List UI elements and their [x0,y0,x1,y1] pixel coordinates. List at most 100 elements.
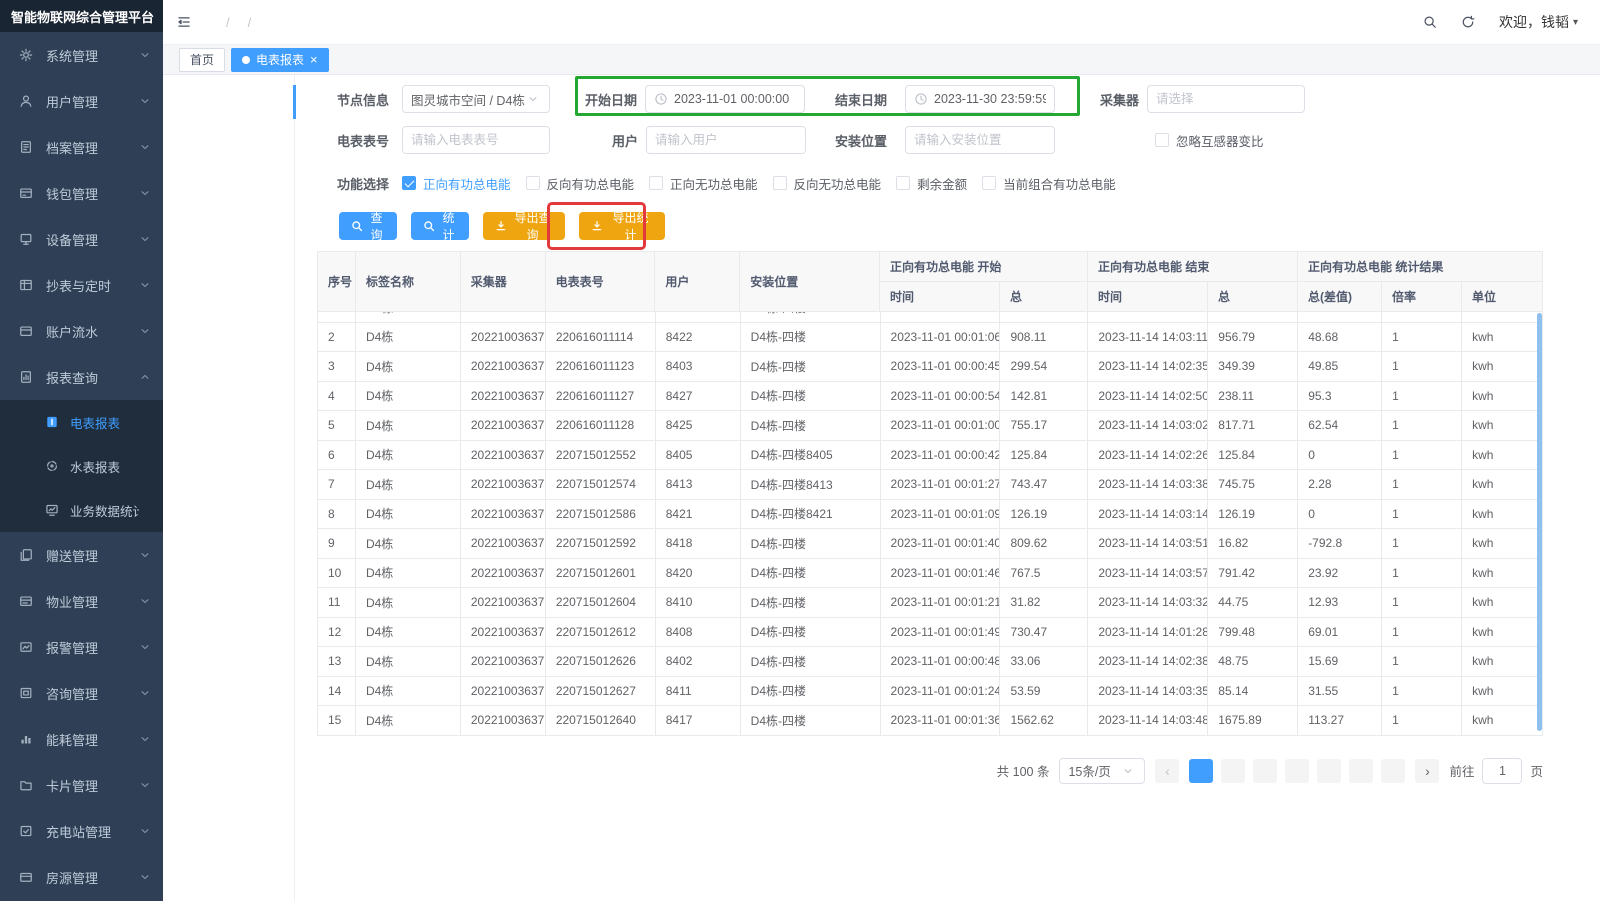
function-checkbox[interactable]: 剩余金额 [896,174,967,193]
stats-button[interactable]: 统计 [411,212,469,240]
table-row[interactable]: 9 D4栋 20221003637 220715012592 8418 D4栋-… [318,529,1543,559]
end-date-value[interactable] [934,92,1046,106]
page-number-button[interactable] [1381,759,1405,783]
secondary-menu-item[interactable] [163,119,296,153]
table-row[interactable]: 5 D4栋 20221003637 220616011128 8425 D4栋-… [318,411,1543,441]
table-row[interactable]: 2 D4栋 20221003637 220616011114 8422 D4栋-… [318,323,1543,353]
sidebar-item[interactable]: 水表报表 [0,444,163,488]
card-icon [18,777,34,793]
consult-icon [18,685,34,701]
checkbox[interactable] [649,176,663,190]
checkbox[interactable] [896,176,910,190]
checkbox[interactable] [982,176,996,190]
goto-page-input[interactable] [1482,758,1522,784]
end-date-input[interactable] [905,85,1055,113]
table-row[interactable]: 1 D4栋 20221003637 220616011107 8420 D4栋-… [318,312,1543,323]
table-row[interactable]: 7 D4栋 20221003637 220715012574 8413 D4栋-… [318,470,1543,500]
sidebar-item[interactable]: 房源管理 [0,854,163,900]
page-number-button[interactable] [1349,759,1373,783]
breadcrumb [217,15,260,30]
table-row[interactable]: 4 D4栋 20221003637 220616011127 8427 D4栋-… [318,382,1543,412]
sidebar-item[interactable]: 能耗管理 [0,716,163,762]
query-button[interactable]: 查询 [339,212,397,240]
table-row[interactable]: 12 D4栋 20221003637 220715012612 8408 D4栋… [318,618,1543,648]
clock-icon [654,92,668,106]
next-page-button[interactable]: › [1415,759,1439,783]
page-number-button[interactable] [1285,759,1309,783]
secondary-menu-item[interactable] [163,187,296,221]
prev-page-button[interactable]: ‹ [1155,759,1179,783]
clock-icon [914,92,928,106]
topbar-right: 欢迎，钱韬 ▾ [1423,12,1578,32]
user-input[interactable] [646,126,806,154]
node-info-select[interactable]: 图灵城市空间 / D4栋 [402,85,550,113]
user-menu[interactable]: 欢迎，钱韬 ▾ [1499,12,1578,32]
page-number-button[interactable] [1253,759,1277,783]
sidebar-item[interactable]: 物业管理 [0,578,163,624]
menu-fold-icon[interactable] [177,12,197,32]
search-icon[interactable] [1423,13,1441,31]
start-date-value[interactable] [674,92,796,106]
checkbox[interactable] [526,176,540,190]
export-stats-button[interactable]: 导出统计 [579,212,665,240]
table-row[interactable]: 3 D4栋 20221003637 220616011123 8403 D4栋-… [318,352,1543,382]
refresh-icon[interactable] [1461,13,1479,31]
sidebar-item[interactable]: 用户管理 [0,78,163,124]
sidebar-item[interactable]: 咨询管理 [0,670,163,716]
page-number-button[interactable] [1189,759,1213,783]
page-number-button[interactable] [1317,759,1341,783]
function-checkbox[interactable]: 反向无功总电能 [773,174,882,193]
table-row[interactable]: 8 D4栋 20221003637 220715012586 8421 D4栋-… [318,500,1543,530]
page-tab[interactable]: 首页 × [179,48,225,72]
function-checkbox[interactable]: 当前组合有功总电能 [982,174,1116,193]
export-query-button[interactable]: 导出查询 [483,212,565,240]
function-checkbox[interactable]: 反向有功总电能 [526,174,635,193]
sidebar-item[interactable]: 报警管理 [0,624,163,670]
table-row[interactable]: 14 D4栋 20221003637 220715012627 8411 D4栋… [318,677,1543,707]
close-icon[interactable]: × [310,53,318,66]
table-body: 1 D4栋 20221003637 220616011107 8420 D4栋-… [318,312,1543,736]
sidebar-item[interactable]: 设备管理 [0,216,163,262]
page-tab[interactable]: 电表报表 × [231,48,329,72]
checkbox[interactable] [773,176,787,190]
sidebar-item[interactable]: 充电站管理 [0,808,163,854]
table-row[interactable]: 13 D4栋 20221003637 220715012626 8402 D4栋… [318,647,1543,677]
table-row[interactable]: 10 D4栋 20221003637 220715012601 8420 D4栋… [318,559,1543,589]
ignore-ct-checkbox[interactable]: 忽略互感器变比 [1155,131,1264,150]
secondary-menu-item[interactable] [163,153,296,187]
install-location-input[interactable] [905,126,1055,154]
welcome-text: 欢迎，钱韬 [1499,12,1569,32]
collector-input[interactable] [1156,92,1296,106]
sidebar-item[interactable]: 抄表与定时 [0,262,163,308]
collector-select[interactable] [1147,85,1305,113]
sidebar-item[interactable]: 钱包管理 [0,170,163,216]
chevron-down-icon [1122,764,1136,778]
table-row[interactable]: 11 D4栋 20221003637 220715012604 8410 D4栋… [318,588,1543,618]
table-scrollbar[interactable] [1537,313,1542,731]
function-checkbox[interactable]: 正向无功总电能 [649,174,758,193]
table-row[interactable]: 15 D4栋 20221003637 220715012640 8417 D4栋… [318,706,1543,736]
sidebar-item[interactable]: 档案管理 [0,124,163,170]
sidebar-item[interactable]: 卡片管理 [0,762,163,808]
sidebar-item[interactable]: 电表报表 [0,400,163,444]
sidebar-item[interactable]: 业务数据统计展示 [0,488,163,532]
chevron-down-icon [139,325,151,337]
header-group-start: 正向有功总电能 开始 时间 总 [880,252,1088,312]
secondary-menu-item[interactable] [163,85,296,119]
function-checkbox[interactable]: 正向有功总电能 [402,174,511,193]
checkbox[interactable] [1155,133,1169,147]
breadcrumb-item[interactable] [217,15,239,30]
start-date-input[interactable] [645,85,805,113]
breadcrumb-item[interactable] [239,15,261,30]
page-number-button[interactable] [1221,759,1245,783]
action-buttons: 查询 统计 导出查询 导出统计 [339,212,1600,240]
checkbox[interactable] [402,176,416,190]
meter-no-input[interactable] [402,126,550,154]
sidebar-item[interactable]: 账户流水 [0,308,163,354]
sidebar-item[interactable]: 报表查询 [0,354,163,400]
page-size-select[interactable]: 15条/页 [1059,758,1145,784]
sidebar-item[interactable]: 赠送管理 [0,532,163,578]
sidebar-item[interactable]: 系统管理 [0,32,163,78]
table-row[interactable]: 6 D4栋 20221003637 220715012552 8405 D4栋-… [318,441,1543,471]
sidebar-menu: 系统管理 用户管理 档案管理 钱包管理 设备管理 抄表与定时 [0,32,163,900]
